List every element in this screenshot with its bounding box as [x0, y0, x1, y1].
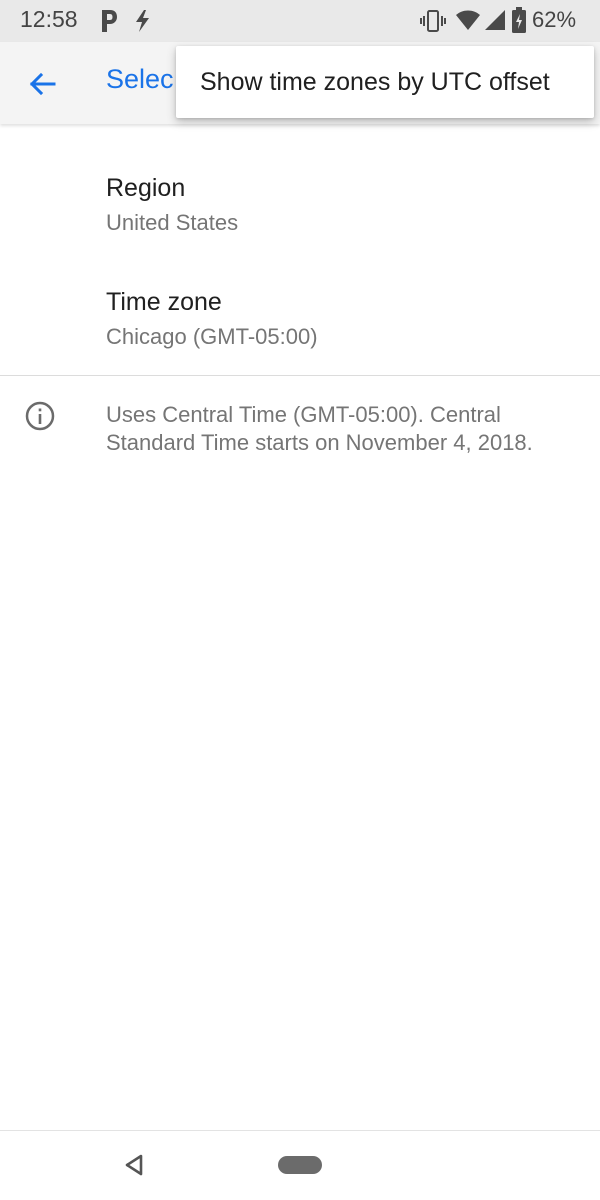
region-title: Region: [106, 174, 186, 202]
region-summary: United States: [106, 210, 239, 235]
menu-item-show-utc-offset[interactable]: Show time zones by UTC offset: [176, 46, 594, 118]
overflow-menu: Show time zones by UTC offset: [176, 46, 594, 118]
time-zone-title: Time zone: [106, 288, 222, 316]
nav-bar-divider: [0, 1130, 600, 1131]
battery-charging-icon: [512, 7, 526, 33]
info-icon: [25, 401, 55, 431]
home-pill-icon[interactable]: [278, 1156, 322, 1174]
status-time: 12:58: [20, 6, 78, 32]
back-triangle-icon[interactable]: [122, 1153, 146, 1177]
back-button[interactable]: [22, 64, 62, 104]
arrow-back-icon: [29, 72, 56, 96]
wifi-icon: [456, 10, 480, 30]
vibrate-icon: [420, 10, 446, 32]
screen: 12:58 62% Selec Show time zones by UTC o…: [0, 0, 600, 1200]
cell-signal-icon: [485, 10, 505, 30]
divider: [0, 375, 600, 376]
battery-percent: 62%: [532, 7, 577, 32]
time-zone-preference[interactable]: Time zone Chicago (GMT-05:00): [0, 246, 600, 374]
time-zone-info-text: Uses Central Time (GMT-05:00). Central S…: [106, 402, 533, 455]
bolt-notification-icon: [136, 10, 149, 32]
p-notification-icon: [102, 10, 117, 32]
time-zone-summary: Chicago (GMT-05:00): [106, 324, 318, 349]
status-bar: 12:58 62%: [0, 0, 600, 42]
region-preference[interactable]: Region United States: [0, 124, 600, 246]
page-title: Selec: [106, 64, 174, 94]
